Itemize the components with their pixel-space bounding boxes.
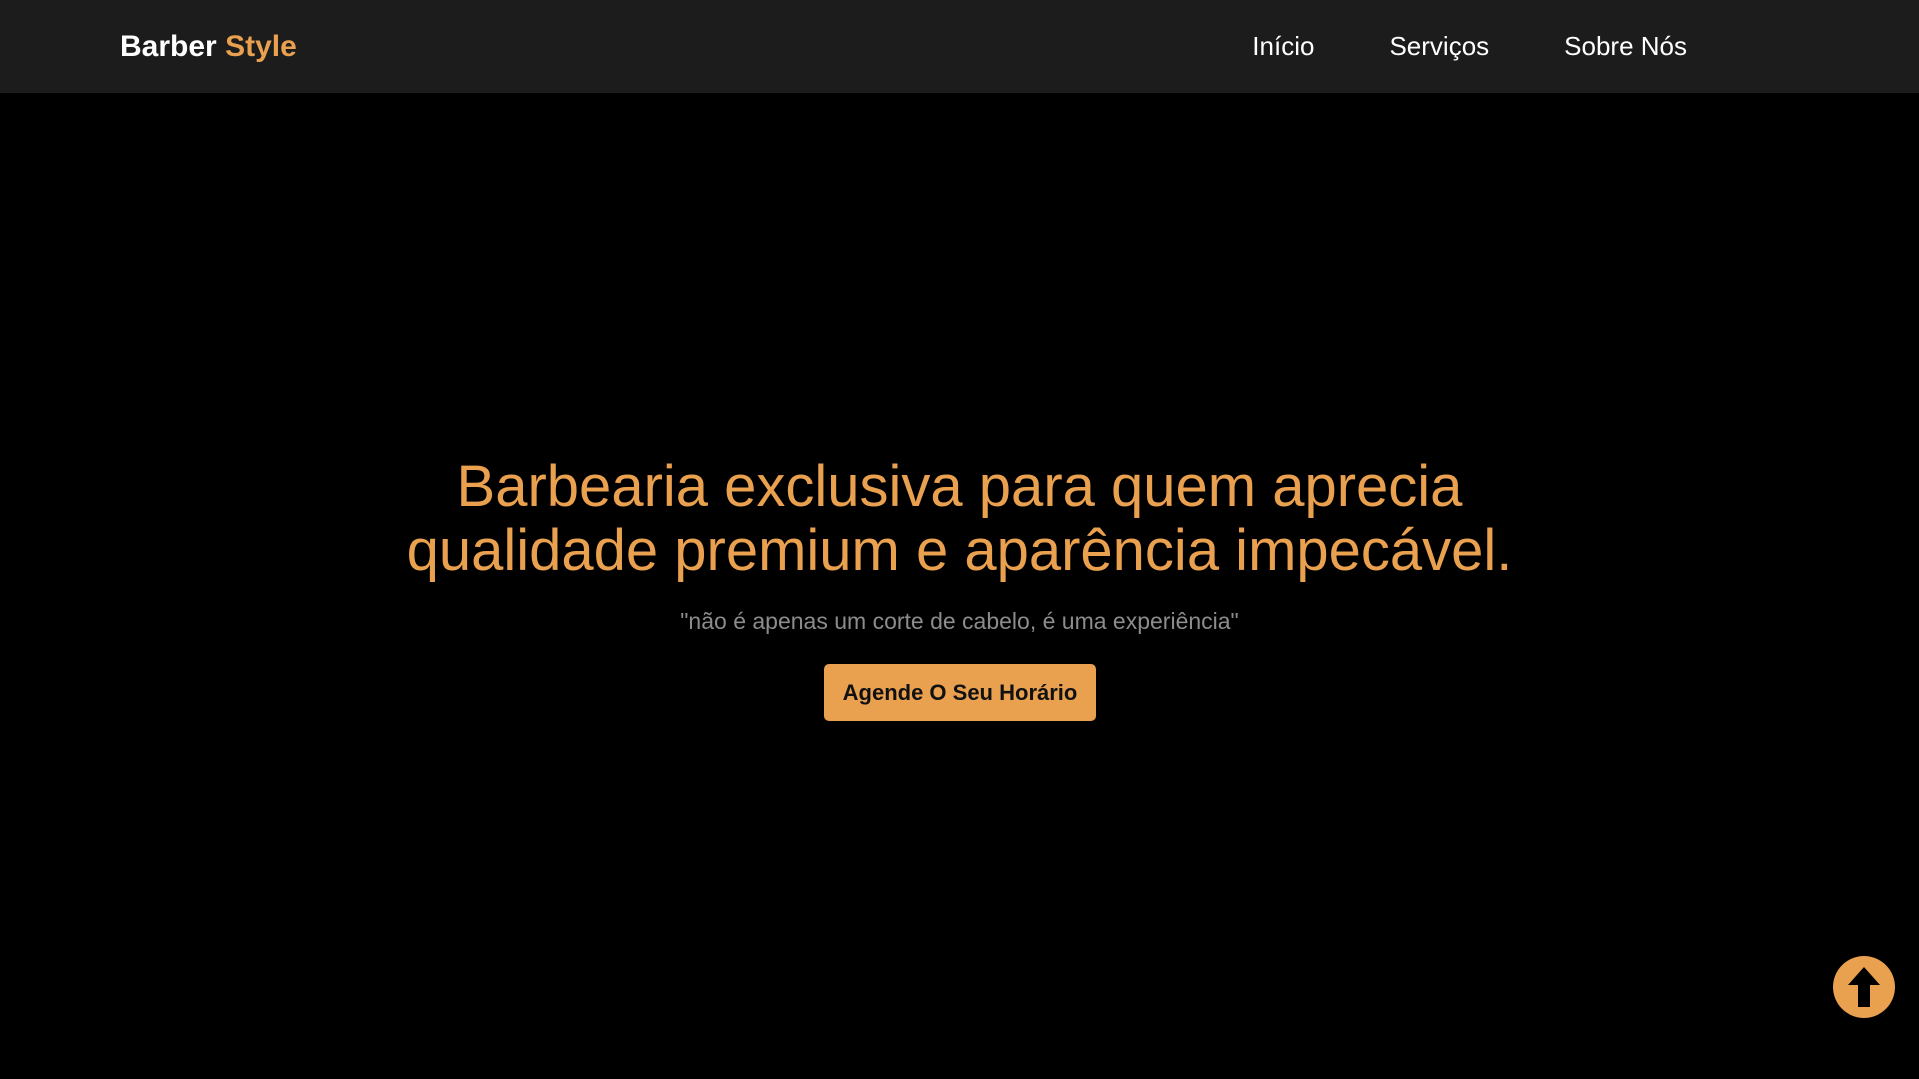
arrow-up-icon bbox=[1848, 967, 1880, 1007]
book-appointment-button[interactable]: Agende O Seu Horário bbox=[824, 664, 1096, 721]
nav-link-inicio[interactable]: Início bbox=[1252, 31, 1314, 62]
hero-title: Barbearia exclusiva para quem aprecia qu… bbox=[0, 455, 1919, 583]
brand-name-primary: Barber bbox=[120, 30, 217, 63]
nav-link-sobre-nos[interactable]: Sobre Nós bbox=[1564, 31, 1687, 62]
hero-title-line-1: Barbearia exclusiva para quem aprecia bbox=[456, 454, 1463, 519]
hero-section: Barbearia exclusiva para quem aprecia qu… bbox=[0, 93, 1919, 1079]
scroll-to-top-button[interactable] bbox=[1833, 956, 1895, 1018]
hero-title-line-2: qualidade premium e aparência impecável. bbox=[406, 518, 1513, 583]
nav-link-servicos[interactable]: Serviços bbox=[1389, 31, 1489, 62]
brand-logo[interactable]: Barber Style bbox=[120, 0, 297, 93]
main-nav: Início Serviços Sobre Nós bbox=[1252, 0, 1687, 93]
hero-tagline: "não é apenas um corte de cabelo, é uma … bbox=[680, 608, 1239, 634]
navbar: Barber Style Início Serviços Sobre Nós bbox=[0, 0, 1919, 93]
brand-name-accent: Style bbox=[225, 30, 297, 63]
